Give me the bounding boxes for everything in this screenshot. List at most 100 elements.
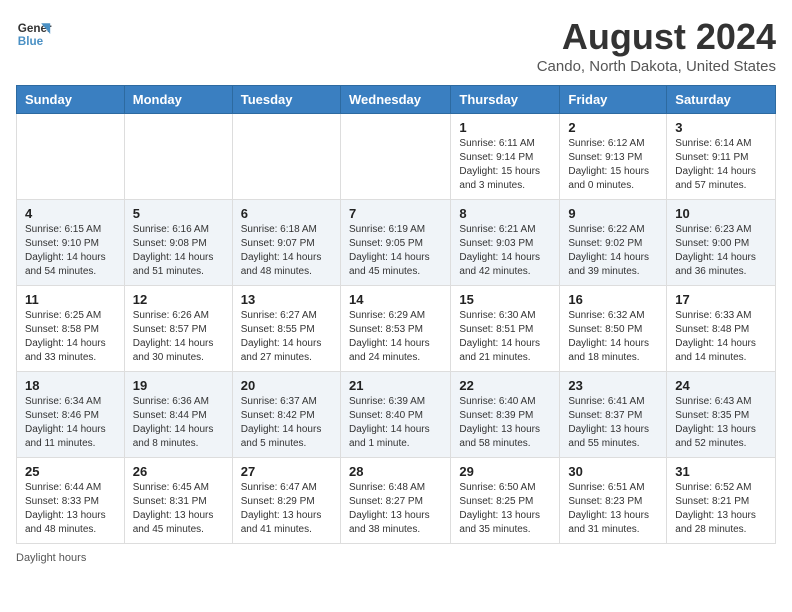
title-area: August 2024 Cando, North Dakota, United … [537,16,776,75]
day-info: Sunrise: 6:29 AM Sunset: 8:53 PM Dayligh… [349,309,442,365]
calendar-cell: 12Sunrise: 6:26 AM Sunset: 8:57 PM Dayli… [124,286,232,372]
day-info: Sunrise: 6:12 AM Sunset: 9:13 PM Dayligh… [568,137,658,193]
calendar-cell: 15 Sunrise: 6:30 AM Sunset: 8:51 PM Dayli… [451,286,560,372]
day-info: Sunrise: 6:25 AM Sunset: 8:58 PM Dayligh… [25,309,116,365]
calendar-cell: 7Sunrise: 6:19 AM Sunset: 9:05 PM Daylig… [340,200,450,286]
calendar-cell: 25 Sunrise: 6:44 AM Sunset: 8:33 PM Dayli… [17,458,125,544]
day-info: Sunrise: 6:30 AM Sunset: 8:51 PM Dayligh… [459,309,551,365]
calendar-cell: 8 Sunrise: 6:21 AM Sunset: 9:03 PM Daylig… [451,200,560,286]
day-info: Sunrise: 6:40 AM Sunset: 8:39 PM Dayligh… [459,395,551,451]
day-number: 16 [568,292,658,307]
calendar-cell: 23 Sunrise: 6:41 AM Sunset: 8:37 PM Dayli… [560,372,667,458]
calendar-week-row: 1 Sunrise: 6:11 AM Sunset: 9:14 PM Daylig… [17,114,776,200]
calendar-cell: 5Sunrise: 6:16 AM Sunset: 9:08 PM Daylig… [124,200,232,286]
calendar-cell: 24Sunrise: 6:43 AM Sunset: 8:35 PM Dayli… [667,372,776,458]
calendar-cell [340,114,450,200]
location: Cando, North Dakota, United States [537,58,776,75]
calendar-cell: 20 Sunrise: 6:37 AM Sunset: 8:42 PM Dayli… [232,372,340,458]
calendar-cell: 18Sunrise: 6:34 AM Sunset: 8:46 PM Dayli… [17,372,125,458]
day-number: 6 [241,206,332,221]
calendar-cell: 30 Sunrise: 6:51 AM Sunset: 8:23 PM Dayli… [560,458,667,544]
day-number: 21 [349,378,442,393]
day-info: Sunrise: 6:39 AM Sunset: 8:40 PM Dayligh… [349,395,442,451]
day-number: 23 [568,378,658,393]
footer-note: Daylight hours [16,552,776,564]
calendar-cell: 31 Sunrise: 6:52 AM Sunset: 8:21 PM Dayli… [667,458,776,544]
logo-icon: General Blue [16,16,52,52]
calendar-week-row: 25 Sunrise: 6:44 AM Sunset: 8:33 PM Dayli… [17,458,776,544]
calendar-cell: 4 Sunrise: 6:15 AM Sunset: 9:10 PM Daylig… [17,200,125,286]
day-number: 26 [133,464,224,479]
weekday-header: Sunday [17,86,125,114]
day-number: 12 [133,292,224,307]
logo: General Blue [16,16,52,52]
day-info: Sunrise: 6:11 AM Sunset: 9:14 PM Dayligh… [459,137,551,193]
header: General Blue August 2024 Cando, North Da… [16,16,776,75]
calendar-week-row: 11 Sunrise: 6:25 AM Sunset: 8:58 PM Dayli… [17,286,776,372]
calendar-cell: 1 Sunrise: 6:11 AM Sunset: 9:14 PM Daylig… [451,114,560,200]
day-number: 31 [675,464,767,479]
calendar-cell: 27 Sunrise: 6:47 AM Sunset: 8:29 PM Dayli… [232,458,340,544]
day-info: Sunrise: 6:15 AM Sunset: 9:10 PM Dayligh… [25,223,116,279]
calendar-cell [232,114,340,200]
day-info: Sunrise: 6:18 AM Sunset: 9:07 PM Dayligh… [241,223,332,279]
calendar-cell: 21 Sunrise: 6:39 AM Sunset: 8:40 PM Dayli… [340,372,450,458]
day-number: 25 [25,464,116,479]
day-number: 27 [241,464,332,479]
day-info: Sunrise: 6:41 AM Sunset: 8:37 PM Dayligh… [568,395,658,451]
day-number: 14 [349,292,442,307]
svg-text:Blue: Blue [18,35,44,48]
calendar-cell: 19Sunrise: 6:36 AM Sunset: 8:44 PM Dayli… [124,372,232,458]
day-number: 9 [568,206,658,221]
day-number: 20 [241,378,332,393]
day-number: 2 [568,120,658,135]
day-info: Sunrise: 6:44 AM Sunset: 8:33 PM Dayligh… [25,481,116,537]
weekday-header: Tuesday [232,86,340,114]
calendar-cell [17,114,125,200]
day-number: 15 [459,292,551,307]
day-number: 5 [133,206,224,221]
day-info: Sunrise: 6:50 AM Sunset: 8:25 PM Dayligh… [459,481,551,537]
day-number: 10 [675,206,767,221]
day-info: Sunrise: 6:22 AM Sunset: 9:02 PM Dayligh… [568,223,658,279]
calendar-cell: 16 Sunrise: 6:32 AM Sunset: 8:50 PM Dayli… [560,286,667,372]
calendar-cell: 22 Sunrise: 6:40 AM Sunset: 8:39 PM Dayli… [451,372,560,458]
day-info: Sunrise: 6:51 AM Sunset: 8:23 PM Dayligh… [568,481,658,537]
day-info: Sunrise: 6:19 AM Sunset: 9:05 PM Dayligh… [349,223,442,279]
month-year: August 2024 [537,16,776,58]
calendar-cell: 26 Sunrise: 6:45 AM Sunset: 8:31 PM Dayli… [124,458,232,544]
weekday-header: Friday [560,86,667,114]
day-info: Sunrise: 6:47 AM Sunset: 8:29 PM Dayligh… [241,481,332,537]
calendar-cell: 29Sunrise: 6:50 AM Sunset: 8:25 PM Dayli… [451,458,560,544]
calendar-cell [124,114,232,200]
calendar-cell: 2 Sunrise: 6:12 AM Sunset: 9:13 PM Daylig… [560,114,667,200]
day-info: Sunrise: 6:37 AM Sunset: 8:42 PM Dayligh… [241,395,332,451]
day-number: 8 [459,206,551,221]
calendar-cell: 28 Sunrise: 6:48 AM Sunset: 8:27 PM Dayli… [340,458,450,544]
day-number: 13 [241,292,332,307]
day-info: Sunrise: 6:45 AM Sunset: 8:31 PM Dayligh… [133,481,224,537]
day-info: Sunrise: 6:52 AM Sunset: 8:21 PM Dayligh… [675,481,767,537]
calendar-week-row: 4 Sunrise: 6:15 AM Sunset: 9:10 PM Daylig… [17,200,776,286]
weekday-header: Saturday [667,86,776,114]
day-info: Sunrise: 6:14 AM Sunset: 9:11 PM Dayligh… [675,137,767,193]
calendar-cell: 3Sunrise: 6:14 AM Sunset: 9:11 PM Daylig… [667,114,776,200]
day-number: 24 [675,378,767,393]
day-info: Sunrise: 6:32 AM Sunset: 8:50 PM Dayligh… [568,309,658,365]
calendar-cell: 17Sunrise: 6:33 AM Sunset: 8:48 PM Dayli… [667,286,776,372]
calendar-cell: 9 Sunrise: 6:22 AM Sunset: 9:02 PM Daylig… [560,200,667,286]
day-number: 22 [459,378,551,393]
day-info: Sunrise: 6:48 AM Sunset: 8:27 PM Dayligh… [349,481,442,537]
calendar-cell: 10Sunrise: 6:23 AM Sunset: 9:00 PM Dayli… [667,200,776,286]
calendar-cell: 14 Sunrise: 6:29 AM Sunset: 8:53 PM Dayli… [340,286,450,372]
day-number: 11 [25,292,116,307]
header-row: SundayMondayTuesdayWednesdayThursdayFrid… [17,86,776,114]
day-number: 28 [349,464,442,479]
day-info: Sunrise: 6:21 AM Sunset: 9:03 PM Dayligh… [459,223,551,279]
day-number: 30 [568,464,658,479]
day-number: 18 [25,378,116,393]
day-number: 4 [25,206,116,221]
day-number: 17 [675,292,767,307]
weekday-header: Thursday [451,86,560,114]
day-number: 1 [459,120,551,135]
